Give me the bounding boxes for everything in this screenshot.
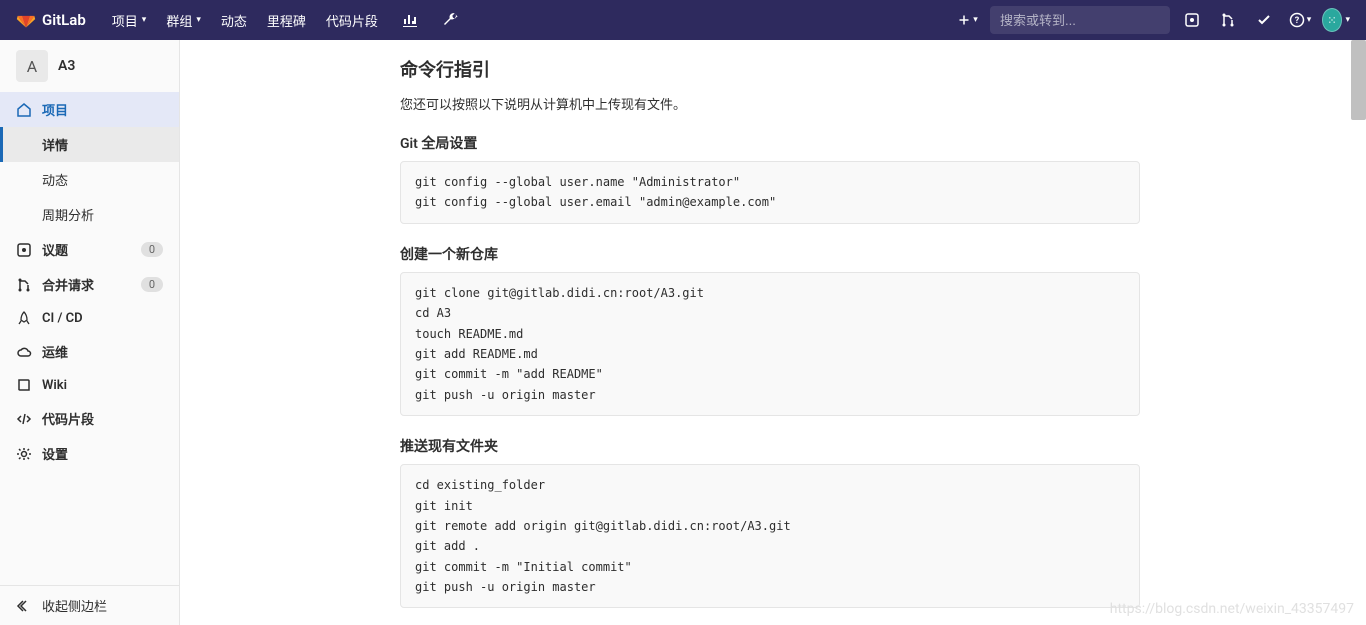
sidebar-item-7[interactable]: 运维	[0, 334, 179, 369]
nav-item-1[interactable]: 群组 ▾	[156, 0, 211, 40]
nav-label: 群组	[166, 11, 192, 30]
content-inner: 命令行指引 您还可以按照以下说明从计算机中上传现有文件。 Git 全局设置 git…	[380, 56, 1160, 625]
sidebar-item-8[interactable]: Wiki	[0, 369, 179, 401]
search-input[interactable]	[1000, 13, 1176, 28]
user-pattern-icon	[1326, 14, 1338, 26]
new-dropdown[interactable]: ▾	[954, 6, 982, 34]
sidebar-item-2[interactable]: 动态	[0, 162, 179, 197]
section-title-2: 推送现有文件夹	[400, 436, 1140, 456]
issues-link[interactable]	[1178, 6, 1206, 34]
sidebar-item-label: 代码片段	[42, 409, 94, 428]
count-badge: 0	[141, 242, 163, 257]
merge-requests-link[interactable]	[1214, 6, 1242, 34]
avatar	[1322, 8, 1342, 32]
navbar: GitLab 项目 ▾ 群组 ▾ 动态 里程碑 代码片段 ▾ ? ▾	[0, 0, 1366, 40]
todos-link[interactable]	[1250, 6, 1278, 34]
project-header[interactable]: A A3	[0, 40, 179, 92]
user-menu[interactable]: ▾	[1322, 6, 1350, 34]
gear-icon	[16, 446, 32, 462]
sidebar-item-label: 运维	[42, 342, 68, 361]
help-icon: ?	[1289, 12, 1305, 28]
logo[interactable]: GitLab	[16, 10, 86, 30]
sidebar-item-1[interactable]: 详情	[0, 127, 179, 162]
sidebar-item-label: 议题	[42, 240, 68, 259]
book-icon	[16, 377, 32, 393]
merge-icon	[16, 277, 32, 293]
chart-icon	[402, 12, 418, 28]
page-title: 命令行指引	[400, 56, 1140, 82]
nav-admin-icon[interactable]	[432, 0, 468, 40]
sidebar-item-10[interactable]: 设置	[0, 436, 179, 471]
search-box[interactable]	[990, 6, 1170, 34]
collapse-icon	[16, 598, 32, 614]
cloud-icon	[16, 344, 32, 360]
check-icon	[1256, 12, 1272, 28]
sidebar-item-5[interactable]: 合并请求 0	[0, 267, 179, 302]
chevron-down-icon: ▾	[973, 15, 978, 25]
sidebar-item-label: 周期分析	[42, 205, 94, 224]
section-title-1: 创建一个新仓库	[400, 244, 1140, 264]
nav-activity-icon[interactable]	[392, 0, 428, 40]
help-dropdown[interactable]: ? ▾	[1286, 6, 1314, 34]
nav-item-0[interactable]: 项目 ▾	[102, 0, 157, 40]
sidebar-item-label: 项目	[42, 100, 68, 119]
sidebar-item-3[interactable]: 周期分析	[0, 197, 179, 232]
sidebar-item-label: 详情	[42, 135, 68, 154]
project-name: A3	[58, 58, 75, 74]
plus-icon	[958, 14, 970, 26]
chevron-down-icon: ▾	[142, 15, 147, 25]
navbar-left: GitLab 项目 ▾ 群组 ▾ 动态 里程碑 代码片段	[16, 0, 468, 40]
sidebar-menu: 项目详情动态周期分析议题 0 合并请求 0 CI / CD 运维 Wiki 代码片段设置	[0, 92, 179, 585]
sidebar-item-label: 动态	[42, 170, 68, 189]
nav-item-2[interactable]: 动态	[211, 0, 257, 40]
page-description: 您还可以按照以下说明从计算机中上传现有文件。	[400, 94, 1140, 113]
section-title-0: Git 全局设置	[400, 133, 1140, 153]
navbar-right: ▾ ? ▾ ▾	[954, 6, 1350, 34]
gitlab-icon	[16, 10, 36, 30]
sidebar-item-6[interactable]: CI / CD	[0, 302, 179, 334]
sidebar-item-label: 设置	[42, 444, 68, 463]
sidebar-item-label: Wiki	[42, 378, 67, 393]
count-badge: 0	[141, 277, 163, 292]
chevron-down-icon: ▾	[196, 15, 201, 25]
nav-label: 里程碑	[267, 11, 306, 30]
home-icon	[16, 102, 32, 118]
code-block-0: git config --global user.name "Administr…	[400, 161, 1140, 224]
chevron-down-icon: ▾	[1345, 15, 1350, 25]
collapse-sidebar[interactable]: 收起侧边栏	[0, 585, 179, 625]
issues-icon	[16, 242, 32, 258]
logo-text: GitLab	[42, 11, 86, 29]
merge-icon	[1220, 12, 1236, 28]
nav-label: 项目	[112, 11, 138, 30]
wrench-icon	[442, 12, 458, 28]
layout: A A3 项目详情动态周期分析议题 0 合并请求 0 CI / CD 运维 Wiki 代码片段…	[0, 40, 1366, 625]
chevron-down-icon: ▾	[1307, 15, 1312, 25]
svg-text:?: ?	[1294, 16, 1299, 26]
content: 命令行指引 您还可以按照以下说明从计算机中上传现有文件。 Git 全局设置 git…	[180, 40, 1366, 625]
project-avatar: A	[16, 50, 48, 82]
nav-label: 代码片段	[326, 11, 378, 30]
sidebar-item-label: 合并请求	[42, 275, 94, 294]
code-block-2: cd existing_folder git init git remote a…	[400, 464, 1140, 608]
collapse-label: 收起侧边栏	[42, 596, 107, 615]
sidebar: A A3 项目详情动态周期分析议题 0 合并请求 0 CI / CD 运维 Wiki 代码片段…	[0, 40, 180, 625]
code-block-1: git clone git@gitlab.didi.cn:root/A3.git…	[400, 272, 1140, 416]
sidebar-item-4[interactable]: 议题 0	[0, 232, 179, 267]
rocket-icon	[16, 310, 32, 326]
issues-icon	[1184, 12, 1200, 28]
nav-label: 动态	[221, 11, 247, 30]
sidebar-item-label: CI / CD	[42, 311, 83, 326]
nav-item-4[interactable]: 代码片段	[316, 0, 388, 40]
sidebar-item-9[interactable]: 代码片段	[0, 401, 179, 436]
snippet-icon	[16, 411, 32, 427]
sidebar-item-0[interactable]: 项目	[0, 92, 179, 127]
nav-item-3[interactable]: 里程碑	[257, 0, 316, 40]
scrollbar[interactable]	[1351, 40, 1366, 120]
